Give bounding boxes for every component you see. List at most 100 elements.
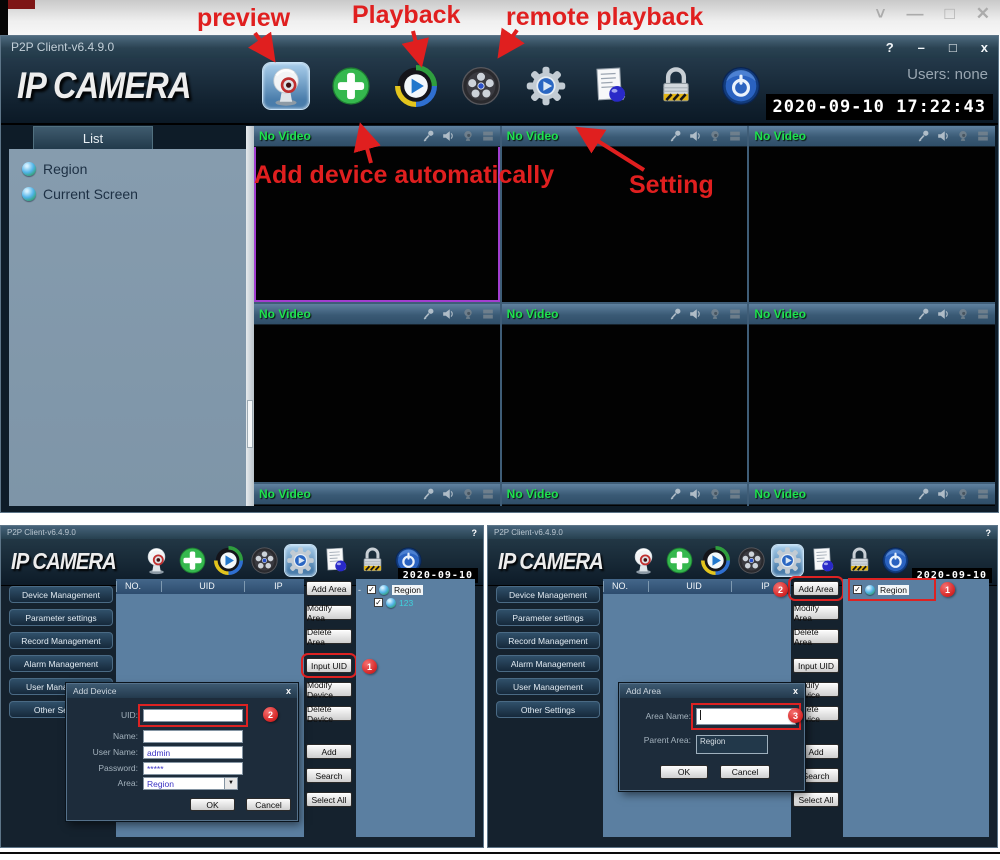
microphone-icon[interactable] [916,487,930,501]
remote-playback-icon[interactable] [458,63,504,109]
add-area-button[interactable]: Add Area [793,581,839,596]
video-cell-3[interactable]: No Video [749,126,995,302]
microphone-icon[interactable] [421,307,435,321]
tree-item-region[interactable]: ✓ Region [853,583,931,596]
log-icon[interactable] [321,545,352,576]
camera-icon[interactable] [956,307,970,321]
setting-icon[interactable] [285,545,316,576]
panel-icon[interactable] [728,129,742,143]
microphone-icon[interactable] [916,129,930,143]
ok-button[interactable]: OK [190,798,235,811]
log-icon[interactable] [808,545,839,576]
microphone-icon[interactable] [421,129,435,143]
preview-icon[interactable] [141,545,172,576]
cancel-button[interactable]: Cancel [246,798,291,811]
help-button[interactable]: ? [472,528,478,538]
nav-alarm-management[interactable]: Alarm Management [496,655,600,672]
lock-icon[interactable] [357,545,388,576]
add-device-icon[interactable] [664,545,695,576]
dropdown-arrow-icon[interactable]: ▼ [225,777,238,790]
camera-icon[interactable] [708,307,722,321]
preview-icon[interactable] [628,545,659,576]
video-cell-8[interactable]: No Video [502,484,748,506]
modify-area-button[interactable]: Modify Area [793,605,839,620]
camera-icon[interactable] [461,129,475,143]
delete-device-button[interactable]: Delete Device [306,706,352,721]
help-button[interactable]: ? [986,528,992,538]
power-icon[interactable] [880,545,911,576]
camera-icon[interactable] [461,307,475,321]
input-uid-button[interactable]: Input UID [306,658,352,673]
speaker-icon[interactable] [441,487,455,501]
lock-icon[interactable] [653,63,699,109]
nav-parameter-settings[interactable]: Parameter settings [496,609,600,626]
minimize-button[interactable]: – [918,40,925,55]
nav-other-settings[interactable]: Other Settings [496,701,600,718]
maximize-icon[interactable]: □ [944,4,954,24]
speaker-icon[interactable] [936,487,950,501]
nav-alarm-management[interactable]: Alarm Management [9,655,113,672]
delete-area-button[interactable]: Delete Area [306,629,352,644]
video-cell-4[interactable]: No Video [254,304,500,482]
panel-icon[interactable] [976,487,990,501]
speaker-icon[interactable] [688,487,702,501]
minimize-icon[interactable]: — [906,4,923,24]
password-input[interactable]: ***** [143,762,243,775]
add-button[interactable]: Add [306,744,352,759]
camera-icon[interactable] [708,487,722,501]
nav-record-management[interactable]: Record Management [496,632,600,649]
microphone-icon[interactable] [668,129,682,143]
video-cell-5[interactable]: No Video [502,304,748,482]
checkbox-checked-icon[interactable]: ✓ [367,585,376,594]
add-area-button[interactable]: Add Area [306,581,352,596]
microphone-icon[interactable] [668,487,682,501]
panel-icon[interactable] [976,307,990,321]
area-name-input[interactable] [696,708,796,725]
speaker-icon[interactable] [688,129,702,143]
name-input[interactable] [143,730,243,743]
nav-device-management[interactable]: Device Management [9,586,113,603]
checkbox-checked-icon[interactable]: ✓ [853,585,862,594]
username-input[interactable]: admin [143,746,243,759]
nav-record-management[interactable]: Record Management [9,632,113,649]
chevron-down-icon[interactable]: ˅ [876,4,886,24]
modify-area-button[interactable]: Modify Area [306,605,352,620]
video-cell-9[interactable]: No Video [749,484,995,506]
power-icon[interactable] [718,63,764,109]
camera-icon[interactable] [956,129,970,143]
add-device-icon[interactable] [328,63,374,109]
nav-device-management[interactable]: Device Management [496,586,600,603]
playback-icon[interactable] [700,545,731,576]
preview-icon[interactable] [263,63,309,109]
close-button[interactable]: x [793,686,798,696]
speaker-icon[interactable] [936,307,950,321]
checkbox-checked-icon[interactable]: ✓ [374,598,383,607]
lock-icon[interactable] [844,545,875,576]
maximize-button[interactable]: □ [949,40,957,55]
log-icon[interactable] [588,63,634,109]
video-cell-1[interactable]: No Video [254,126,500,302]
cancel-button[interactable]: Cancel [720,765,770,779]
panel-icon[interactable] [481,129,495,143]
delete-area-button[interactable]: Delete Area [793,629,839,644]
remote-playback-icon[interactable] [736,545,767,576]
tab-list[interactable]: List [33,126,153,149]
select-all-button[interactable]: Select All [793,792,839,807]
tree-item-region[interactable]: - ✓ Region [358,583,473,596]
playback-icon[interactable] [393,63,439,109]
select-all-button[interactable]: Select All [306,792,352,807]
close-icon[interactable]: ✕ [976,4,990,24]
camera-icon[interactable] [956,487,970,501]
camera-icon[interactable] [708,129,722,143]
microphone-icon[interactable] [421,487,435,501]
setting-icon[interactable] [772,545,803,576]
microphone-icon[interactable] [668,307,682,321]
panel-icon[interactable] [481,307,495,321]
tree-item-current-screen[interactable]: Current Screen [9,181,246,206]
video-cell-7[interactable]: No Video [254,484,500,506]
input-uid-button[interactable]: Input UID [793,658,839,673]
add-device-icon[interactable] [177,545,208,576]
playback-icon[interactable] [213,545,244,576]
panel-icon[interactable] [481,487,495,501]
area-dropdown[interactable]: Region ▼ [143,777,238,790]
